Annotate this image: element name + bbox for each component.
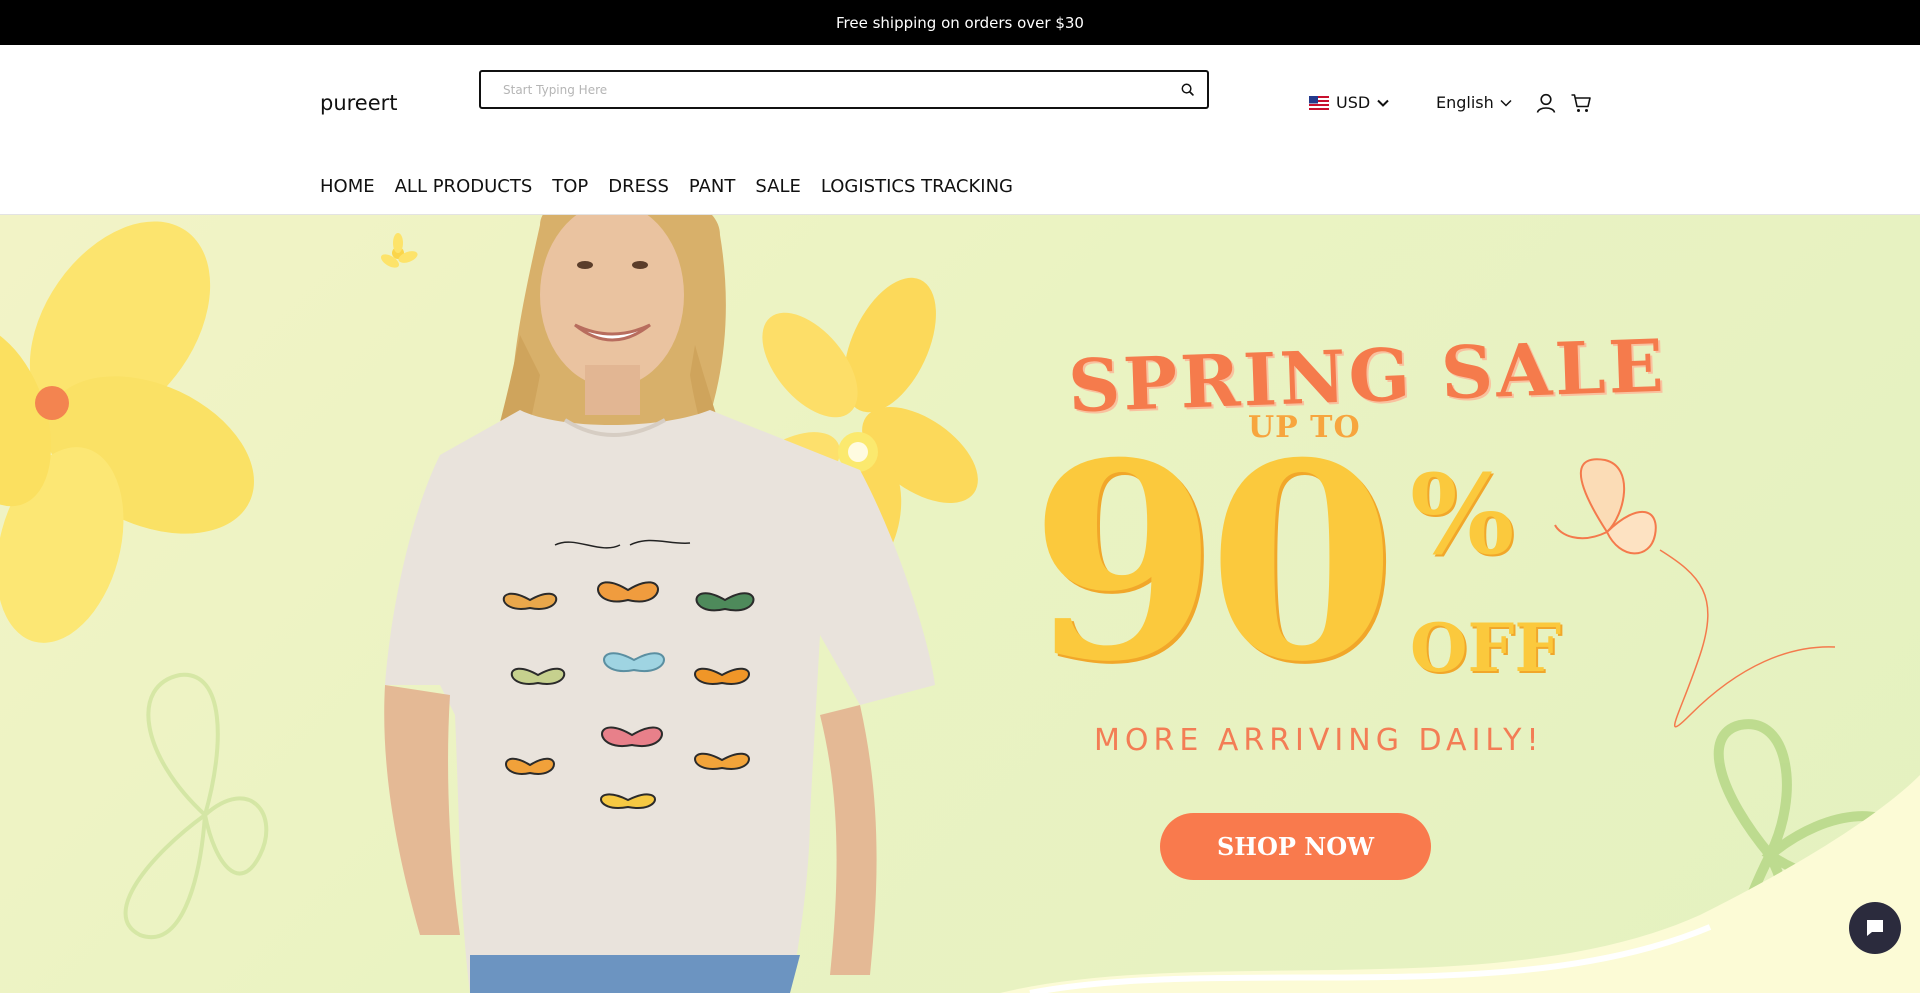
flower-left-icon xyxy=(0,221,254,643)
shop-now-button[interactable]: SHOP NOW xyxy=(1160,813,1431,880)
nav-item-pant[interactable]: PANT xyxy=(689,176,735,197)
search-icon[interactable] xyxy=(1179,82,1195,98)
hero-banner[interactable]: SPRING SALE UP TO 90 % OFF MORE ARRIVING… xyxy=(0,215,1920,993)
cart-icon[interactable] xyxy=(1570,92,1592,114)
user-icon[interactable] xyxy=(1535,92,1557,114)
nav-item-dress[interactable]: DRESS xyxy=(608,176,669,197)
flower-small-icon xyxy=(380,233,418,268)
language-label: English xyxy=(1436,93,1494,112)
butterfly-orange-icon xyxy=(1554,458,1836,728)
main-nav: HOME ALL PRODUCTS TOP DRESS PANT SALE LO… xyxy=(320,176,1033,197)
language-selector[interactable]: English xyxy=(1436,93,1512,112)
currency-selector[interactable]: USD xyxy=(1309,93,1389,112)
butterfly-outline-left-icon xyxy=(123,672,269,940)
nav-item-all-products[interactable]: ALL PRODUCTS xyxy=(395,176,533,197)
chevron-down-icon xyxy=(1377,99,1389,107)
nav-item-sale[interactable]: SALE xyxy=(755,176,800,197)
chat-icon xyxy=(1867,920,1883,936)
nav-item-top[interactable]: TOP xyxy=(552,176,588,197)
search-input[interactable] xyxy=(503,82,1179,97)
discount-number: 90 xyxy=(1030,403,1396,721)
currency-label: USD xyxy=(1336,93,1371,112)
chevron-down-icon xyxy=(1500,99,1512,107)
us-flag-icon xyxy=(1309,95,1329,110)
announcement-text: Free shipping on orders over $30 xyxy=(836,13,1084,32)
chat-widget-button[interactable] xyxy=(1849,902,1901,954)
search-bar xyxy=(479,70,1209,109)
announcement-bar: Free shipping on orders over $30 xyxy=(0,0,1920,45)
discount-off: OFF xyxy=(1410,609,1562,687)
nav-item-home[interactable]: HOME xyxy=(320,176,375,197)
nav-item-logistics-tracking[interactable]: LOGISTICS TRACKING xyxy=(821,176,1013,197)
discount-percent: % xyxy=(1410,450,1515,579)
hero-tagline: MORE ARRIVING DAILY! xyxy=(1094,723,1544,758)
site-header: pureert USD English HOME ALL PRODUCTS TO… xyxy=(0,45,1920,215)
site-logo[interactable]: pureert xyxy=(320,91,398,115)
